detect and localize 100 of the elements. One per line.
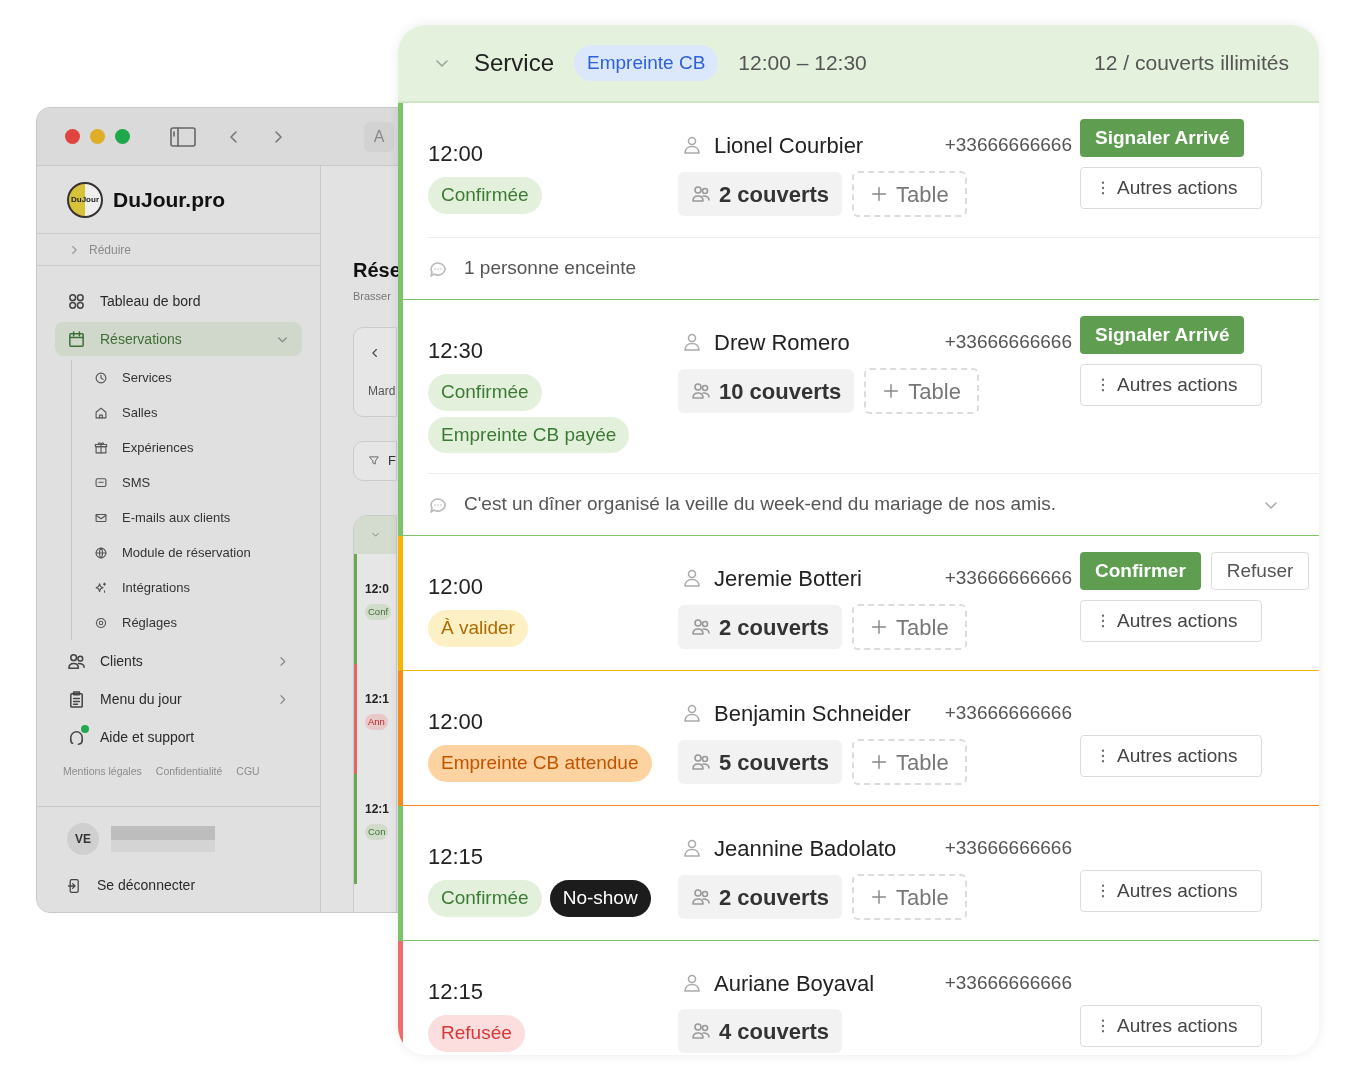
- more-actions-button[interactable]: Autres actions: [1080, 1005, 1262, 1047]
- calendar-icon: [67, 329, 86, 349]
- nav-item[interactable]: Clients: [55, 644, 302, 678]
- covers-chip: 2 couverts: [678, 172, 843, 216]
- reservation-time: 12:00: [428, 141, 485, 167]
- subnav-item[interactable]: Intégrations: [94, 570, 302, 605]
- more-icon: [1101, 181, 1105, 195]
- message-icon: [94, 475, 108, 490]
- users-icon: [691, 184, 711, 204]
- filter-icon: [368, 454, 381, 467]
- list-status: Ann: [365, 713, 388, 730]
- list-time: 12:1: [365, 690, 391, 708]
- covers-chip: 2 couverts: [678, 875, 843, 919]
- sidebar-toggle-icon[interactable]: [170, 126, 196, 147]
- subnav-item[interactable]: Services: [94, 360, 302, 395]
- page-subtitle: Brasser: [353, 289, 392, 304]
- list-status: Conf: [365, 603, 392, 620]
- plus-icon: [870, 888, 889, 906]
- more-actions-button[interactable]: Autres actions: [1080, 364, 1262, 406]
- house-icon: [94, 405, 108, 420]
- grid-icon: [67, 291, 86, 311]
- subnav-item[interactable]: Expériences: [94, 430, 302, 465]
- more-actions-button[interactable]: Autres actions: [1080, 870, 1262, 912]
- guest-phone: +33666666666: [944, 329, 1072, 354]
- person-icon: [682, 331, 702, 353]
- subnav-item[interactable]: E-mails aux clients: [94, 500, 302, 535]
- guest-name: Jeremie Botteri: [714, 564, 863, 593]
- reservation-note: 1 personne enceinte: [464, 256, 638, 281]
- payment-badge: Empreinte CB: [574, 44, 719, 82]
- nav-item[interactable]: Tableau de bord: [55, 284, 302, 318]
- reservation-time: 12:00: [428, 709, 485, 735]
- person-icon: [682, 702, 702, 724]
- users-icon: [691, 752, 711, 772]
- add-table-button[interactable]: Table: [852, 739, 967, 785]
- capacity-label: 12 / couverts illimités: [1094, 50, 1289, 77]
- more-icon: [1101, 1019, 1105, 1033]
- brand-name: DuJour.pro: [113, 186, 225, 213]
- guest-name: Jeannine Badolato: [714, 834, 898, 863]
- globe-icon: [94, 545, 108, 560]
- clipboard-icon: [67, 689, 86, 709]
- plus-icon: [870, 185, 889, 203]
- reservation-time: 12:30: [428, 338, 485, 364]
- guest-phone: +33666666666: [944, 970, 1072, 995]
- status-badge: À valider: [428, 610, 528, 647]
- status-badge: No-show: [549, 880, 651, 917]
- guest-phone: +33666666666: [944, 565, 1072, 590]
- reservation-time: 12:15: [428, 979, 485, 1005]
- sparkle-icon: [94, 580, 108, 595]
- more-icon: [1101, 378, 1105, 392]
- logout-button[interactable]: Se déconnecter: [67, 875, 290, 896]
- more-actions-button[interactable]: Autres actions: [1080, 600, 1262, 642]
- guest-name: Drew Romero: [714, 328, 851, 357]
- subnav-item[interactable]: Module de réservation: [94, 535, 302, 570]
- user-avatar: VE: [67, 823, 99, 855]
- gift-icon: [94, 440, 108, 455]
- reservation-time: 12:15: [428, 844, 485, 870]
- status-badge: Empreinte CB attendue: [428, 745, 652, 782]
- person-icon: [682, 567, 702, 589]
- maximize-window-button[interactable]: [115, 129, 130, 144]
- nav-item[interactable]: Réservations: [55, 322, 302, 356]
- person-icon: [682, 134, 702, 156]
- plus-icon: [870, 753, 889, 771]
- plus-icon: [882, 382, 901, 400]
- add-table-button[interactable]: Table: [852, 604, 967, 650]
- reservation-note: C'est un dîner organisé la veille du week-end du mariage de nos amis.: [464, 492, 1057, 517]
- covers-chip: 4 couverts: [678, 1009, 843, 1053]
- users-icon: [67, 651, 86, 671]
- person-icon: [682, 837, 702, 859]
- guest-phone: +33666666666: [944, 700, 1072, 725]
- add-table-button[interactable]: Table: [864, 368, 979, 414]
- users-icon: [691, 1021, 711, 1041]
- add-table-button[interactable]: Table: [852, 874, 967, 920]
- plus-icon: [870, 618, 889, 636]
- list-time: 12:1: [365, 800, 391, 818]
- nav-item[interactable]: Aide et support: [55, 720, 302, 754]
- more-icon: [1101, 614, 1105, 628]
- users-icon: [691, 617, 711, 637]
- covers-chip: 10 couverts: [678, 369, 855, 413]
- status-badge: Confirmée: [428, 374, 542, 411]
- list-status: Con: [365, 823, 389, 840]
- status-badge: Confirmée: [428, 177, 542, 214]
- subnav-item[interactable]: Salles: [94, 395, 302, 430]
- nav-item[interactable]: Menu du jour: [55, 682, 302, 716]
- add-table-button[interactable]: Table: [852, 171, 967, 217]
- action-button[interactable]: Refuser: [1210, 552, 1310, 590]
- more-actions-button[interactable]: Autres actions: [1080, 167, 1262, 209]
- reservation-time: 12:00: [428, 574, 485, 600]
- filter-button[interactable]: F: [353, 440, 397, 481]
- status-badge: Confirmée: [428, 880, 542, 917]
- users-icon: [691, 381, 711, 401]
- covers-chip: 2 couverts: [678, 605, 843, 649]
- close-window-button[interactable]: [65, 129, 80, 144]
- covers-chip: 5 couverts: [678, 740, 843, 784]
- guest-phone: +33666666666: [944, 835, 1072, 860]
- logo-badge: DuJour: [67, 181, 103, 218]
- subnav-item[interactable]: SMS: [94, 465, 302, 500]
- users-icon: [691, 887, 711, 907]
- more-actions-button[interactable]: Autres actions: [1080, 735, 1262, 777]
- guest-name: Benjamin Schneider: [714, 699, 912, 728]
- subnav-item[interactable]: Réglages: [94, 605, 302, 640]
